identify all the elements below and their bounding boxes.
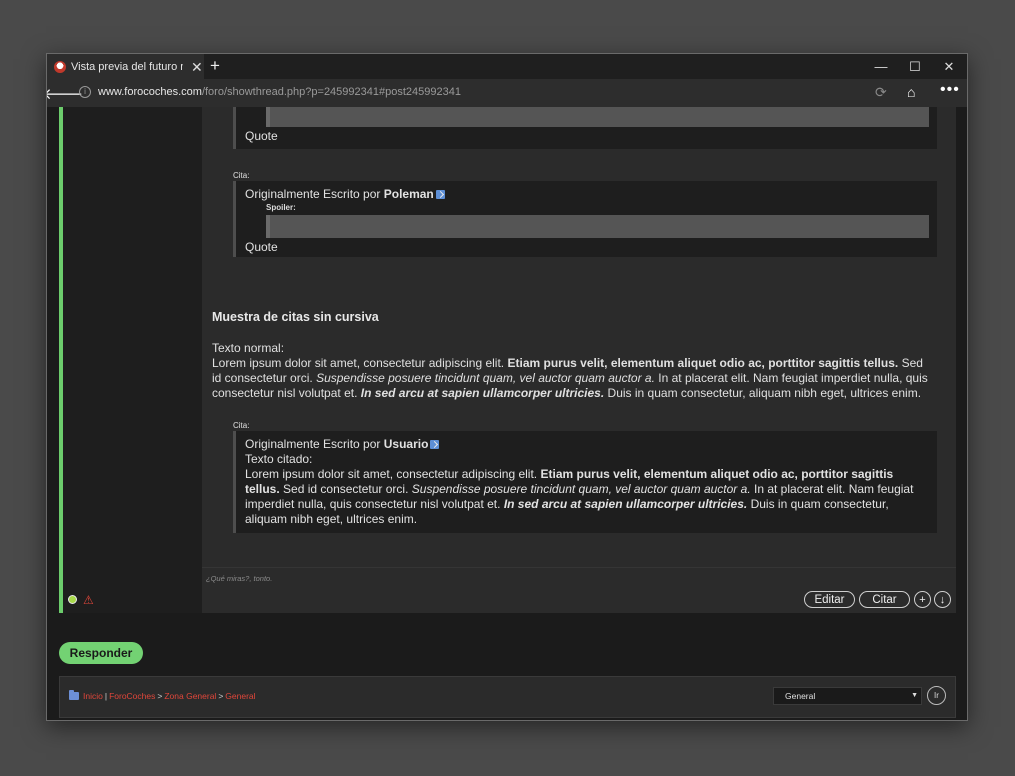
refresh-icon[interactable]: ⟳ xyxy=(875,84,887,101)
edit-button[interactable]: Editar xyxy=(804,591,855,608)
breadcrumb-general[interactable]: General xyxy=(225,691,255,701)
forum-jump-select[interactable]: General ▼ xyxy=(773,687,922,705)
view-post-icon[interactable] xyxy=(430,440,440,449)
address-bar: 🡐 i www.forocoches.com/foro/showthread.p… xyxy=(47,79,967,107)
back-arrow-icon[interactable]: 🡐 xyxy=(47,84,83,103)
breadcrumb-zona-general[interactable]: Zona General xyxy=(164,691,216,701)
maximize-icon[interactable]: ☐ xyxy=(898,54,932,79)
breadcrumb-separator: > xyxy=(218,691,224,701)
home-icon[interactable]: ⌂ xyxy=(907,84,915,100)
site-info-icon[interactable]: i xyxy=(79,86,91,98)
folder-icon xyxy=(69,690,79,700)
quote-author-line: Originalmente Escrito por Poleman xyxy=(245,187,929,202)
url-path: /foro/showthread.php?p=245992341#post245… xyxy=(201,86,461,98)
quote-last-line: Quote xyxy=(245,129,278,143)
select-value: General xyxy=(785,691,816,701)
forum-navbar: Inicio | ForoCoches > Zona General > Gen… xyxy=(59,676,956,718)
spoiler-box[interactable] xyxy=(266,107,929,127)
post-body: Quote Cita: Originalmente Escrito por Po… xyxy=(202,107,956,567)
quote-block-2: Originalmente Escrito por Poleman Spoile… xyxy=(233,181,937,257)
view-post-icon[interactable] xyxy=(435,190,445,199)
cita-label: Cita: xyxy=(233,421,250,430)
post-signature: ¿Qué miras?, tonto. xyxy=(206,574,273,583)
forum-post: ⚠ Quote Cita: Originalmente Escrito por … xyxy=(59,107,956,613)
plain-text-block: Texto normal: Lorem ipsum dolor sit amet… xyxy=(212,341,932,401)
breadcrumb-home[interactable]: Inicio xyxy=(83,691,103,701)
scroll-down-icon[interactable]: ↓ xyxy=(934,591,951,608)
quote-prefix: Originalmente Escrito por xyxy=(245,187,381,201)
post-footer: ¿Qué miras?, tonto. Editar Citar + ↓ xyxy=(202,567,956,613)
plain-paragraph: Lorem ipsum dolor sit amet, consectetur … xyxy=(212,356,928,400)
quote-block-1: Quote xyxy=(233,107,937,149)
more-options-icon[interactable]: ••• xyxy=(940,81,960,99)
quote-paragraph: Lorem ipsum dolor sit amet, consectetur … xyxy=(245,467,914,526)
breadcrumb: Inicio | ForoCoches > Zona General > Gen… xyxy=(69,690,256,701)
reply-button[interactable]: Responder xyxy=(59,642,143,664)
quote-author-line: Originalmente Escrito por Usuario xyxy=(245,437,929,452)
browser-window: Vista previa del futuro mo... ✕ + — ☐ ✕ … xyxy=(46,53,968,721)
page-viewport: ⚠ Quote Cita: Originalmente Escrito por … xyxy=(47,107,967,720)
tab-title: Vista previa del futuro mo... xyxy=(71,60,183,73)
report-warning-icon[interactable]: ⚠ xyxy=(83,594,94,606)
minimize-icon[interactable]: — xyxy=(864,54,898,79)
go-button[interactable]: Ir xyxy=(927,686,946,705)
url-field[interactable]: www.forocoches.com/foro/showthread.php?p… xyxy=(98,86,461,98)
post-accent-bar xyxy=(59,107,63,613)
post-user-sidebar: ⚠ xyxy=(59,107,202,613)
breadcrumb-forocoches[interactable]: ForoCoches xyxy=(109,691,155,701)
breadcrumb-separator: > xyxy=(157,691,163,701)
online-status-icon xyxy=(68,595,77,604)
spoiler-box[interactable] xyxy=(266,215,929,238)
tab-close-icon[interactable]: ✕ xyxy=(191,60,203,74)
browser-tab-active[interactable]: Vista previa del futuro mo... ✕ xyxy=(47,54,204,79)
quote-author-name[interactable]: Usuario xyxy=(384,437,429,451)
site-favicon-icon xyxy=(54,60,66,73)
quote-button[interactable]: Citar xyxy=(859,591,910,608)
multiquote-plus-icon[interactable]: + xyxy=(914,591,931,608)
section-title: Muestra de citas sin cursiva xyxy=(212,310,379,324)
chevron-down-icon: ▼ xyxy=(911,692,918,699)
url-host: www.forocoches.com xyxy=(98,86,202,98)
breadcrumb-separator: | xyxy=(104,691,108,701)
quote-heading: Texto citado: xyxy=(245,452,313,466)
window-close-icon[interactable]: ✕ xyxy=(932,54,966,79)
spoiler-label: Spoiler: xyxy=(266,203,296,212)
tab-bar: Vista previa del futuro mo... ✕ + — ☐ ✕ xyxy=(47,54,967,79)
cita-label: Cita: xyxy=(233,171,250,180)
plain-heading: Texto normal: xyxy=(212,341,285,355)
quote-author-name[interactable]: Poleman xyxy=(384,187,434,201)
new-tab-icon[interactable]: + xyxy=(210,57,220,74)
quote-block-3: Originalmente Escrito por Usuario Texto … xyxy=(233,431,937,533)
quote-last-line: Quote xyxy=(245,240,278,254)
